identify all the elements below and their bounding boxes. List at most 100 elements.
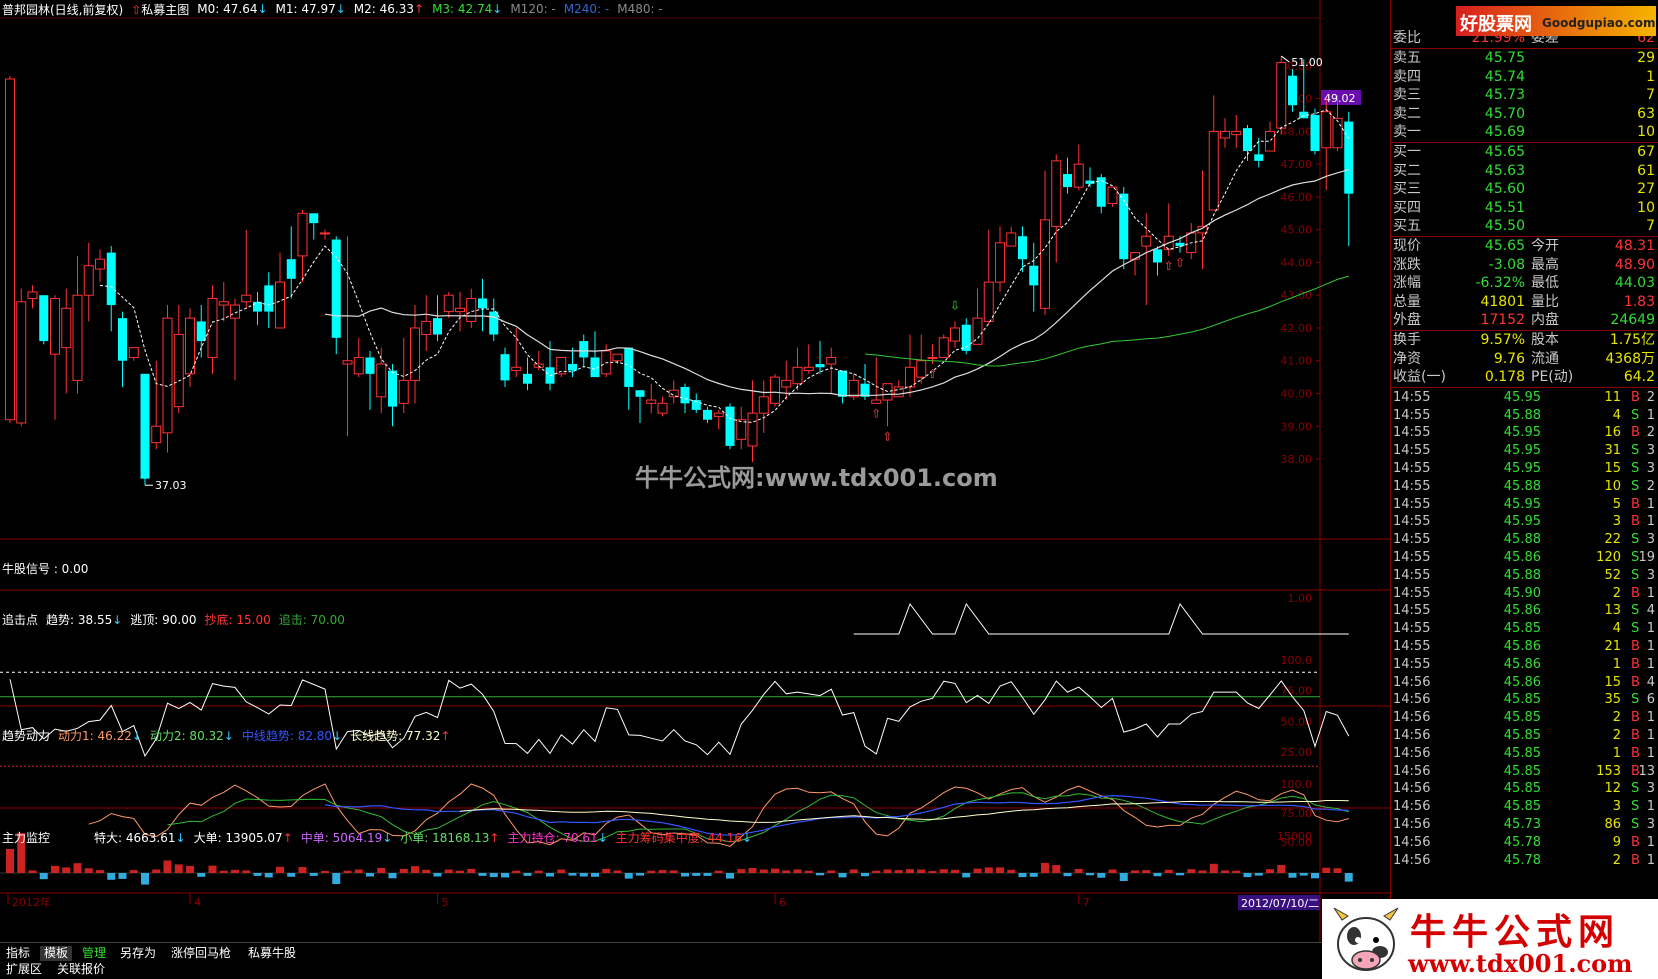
zhuli-legend-item: 主力持仓: 70.61↓ [507,830,608,845]
tick-row[interactable]: 14:55 45.95 15 S 3 [1391,460,1658,478]
tick-row[interactable]: 14:55 45.95 16 B 2 [1391,424,1658,442]
zhuli-bar [1153,873,1162,877]
toolbar-tab-1[interactable]: 模板 [40,946,73,961]
tick-row[interactable]: 14:56 45.85 12 S 3 [1391,780,1658,798]
tick-side: B [1631,728,1640,743]
zhuli-bar [478,873,487,876]
tick-price: 45.85 [1503,621,1541,637]
toolbar-tab-0[interactable]: 指标 [2,946,34,961]
tick-row[interactable]: 14:55 45.90 2 B 1 [1391,585,1658,603]
zhuli-bar [1243,873,1252,878]
toolbar-tab-3[interactable]: 另存为 [116,946,160,961]
tick-time: 14:55 [1393,425,1431,441]
toolbar-tab-5[interactable]: 私募牛股 [244,946,300,961]
date-tick-label: 7 [1083,896,1090,909]
tick-time: 14:55 [1393,532,1431,548]
price-tick-label: 39.00 [1281,420,1313,433]
tick-count: 1 [1646,852,1655,868]
tick-side: S [1631,567,1640,583]
bid-price: 45.51 [1484,199,1525,216]
tick-volume: 120 [1596,550,1621,565]
ask-price: 45.74 [1484,68,1525,85]
tick-row[interactable]: 14:56 45.78 2 B 1 [1391,852,1658,870]
zhuli-bar [84,868,93,873]
tick-time: 14:56 [1393,834,1431,850]
tick-price: 45.90 [1503,585,1541,601]
tick-side: B [1631,745,1640,761]
tick-time: 14:56 [1393,781,1431,797]
arrow-up-icon: ↑ [440,728,451,743]
tick-side: B [1631,514,1640,530]
kline-chart-area[interactable]: 50.0049.0048.0047.0046.0045.0044.0043.00… [0,0,1390,942]
tick-side: B [1631,425,1640,441]
stat-value-2: 48.31 [1614,238,1655,254]
toolbar-tab-2[interactable]: 管理 [78,946,110,961]
tick-row[interactable]: 14:56 45.85 3 S 1 [1391,798,1658,816]
tick-time: 14:55 [1393,461,1431,476]
buy-signal-arrow-icon: ⇧ [1175,256,1185,270]
divider [1391,386,1658,388]
ask-label: 卖三 [1393,87,1421,104]
tick-row[interactable]: 14:55 45.95 11 B 2 [1391,389,1658,407]
zhuli-bar [647,870,656,873]
tick-row[interactable]: 14:55 45.86 21 B 1 [1391,638,1658,656]
tick-volume: 15 [1604,674,1621,690]
zhuli-bar [962,873,971,878]
tick-row[interactable]: 14:55 45.86 1 B 1 [1391,656,1658,674]
qushi-title: 趋势动力 [2,728,51,743]
tick-row[interactable]: 14:56 45.86 15 B 4 [1391,674,1658,692]
toolbar2-tab-0[interactable]: 扩展区 [2,962,46,977]
tick-row[interactable]: 14:56 45.73 86 S 3 [1391,816,1658,834]
ask-price: 45.75 [1484,50,1525,66]
tick-row[interactable]: 14:56 45.85 153 B 13 [1391,763,1658,781]
ask-label: 卖五 [1393,50,1421,66]
top-brand-text: 好股票网 [1460,14,1532,35]
zhuli-bar [591,873,599,877]
high-price-label: 51.00 [1291,56,1323,69]
tick-row[interactable]: 14:56 45.85 35 S 6 [1391,691,1658,709]
toolbar-tab-4[interactable]: 涨停回马枪 [167,946,235,961]
tick-row[interactable]: 14:55 45.86 120 S 19 [1391,549,1658,567]
tick-count: 19 [1638,550,1655,565]
tick-price: 45.95 [1503,461,1541,476]
arrow-up-icon: ↑ [414,2,425,16]
tick-side: B [1631,496,1640,512]
tick-row[interactable]: 14:56 45.85 2 B 1 [1391,727,1658,745]
zhuli-bar [681,873,689,877]
tick-row[interactable]: 14:55 45.88 22 S 3 [1391,531,1658,549]
candle [1310,108,1320,155]
tick-row[interactable]: 14:56 45.85 2 B 1 [1391,709,1658,727]
tick-row[interactable]: 14:55 45.88 10 S 2 [1391,478,1658,496]
toolbar2-tab-1[interactable]: 关联报价 [53,962,109,977]
tick-count: 4 [1646,674,1655,690]
stat-value-2: 24649 [1610,312,1655,329]
tick-row[interactable]: 14:56 45.78 9 B 1 [1391,834,1658,852]
tick-row[interactable]: 14:55 45.95 5 B 1 [1391,496,1658,514]
zhuli-axis-label: 15000 [1277,830,1312,843]
tick-volume: 2 [1612,728,1621,743]
tick-row[interactable]: 14:55 45.95 3 B 1 [1391,513,1658,531]
tick-price: 45.95 [1503,496,1541,512]
tick-row[interactable]: 14:56 45.85 1 B 1 [1391,745,1658,763]
bid-row: 买三 45.60 27 [1391,180,1658,198]
tick-row[interactable]: 14:55 45.95 31 S 3 [1391,442,1658,460]
zhuli-legend-item: 中单: 5064.19↓ [300,830,393,845]
buy-signal-arrow-icon: ⇧ [883,429,893,443]
zhuli-bar [951,869,959,873]
bid-volume: 7 [1646,218,1655,235]
arrow-down-icon: ↓ [492,2,503,16]
tick-volume: 21 [1604,639,1621,654]
formula-name[interactable]: ⇧私募主图 [131,1,189,18]
stock-name[interactable]: 普邦园林(日线,前复权) [2,1,123,18]
tick-row[interactable]: 14:55 45.88 4 S 1 [1391,407,1658,425]
tick-row[interactable]: 14:55 45.85 4 S 1 [1391,620,1658,638]
tick-row[interactable]: 14:55 45.86 13 S 4 [1391,602,1658,620]
date-tick-label: 5 [442,896,449,909]
tick-count: 13 [1638,763,1655,779]
tick-time: 14:56 [1393,674,1431,690]
zhuli-bar [1232,870,1241,873]
zhuli-bar [1086,873,1094,876]
zhuli-bar [467,868,476,873]
tick-row[interactable]: 14:55 45.88 52 S 3 [1391,567,1658,585]
niugu-title: 牛股信号 : 0.00 [2,561,89,576]
